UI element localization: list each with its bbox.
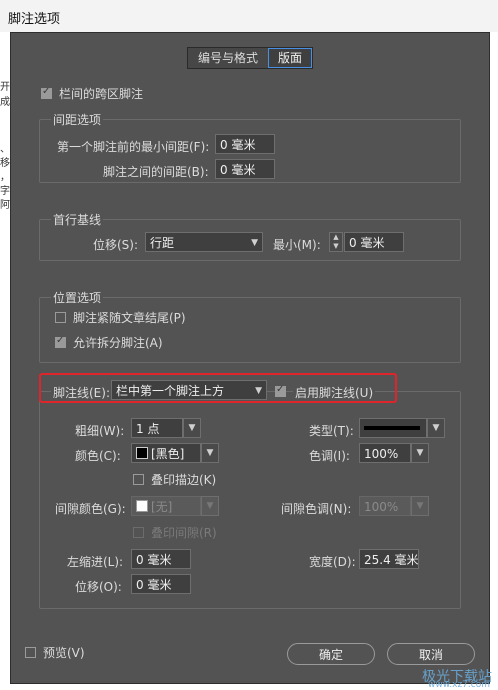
chevron-down-icon[interactable]: ▼ — [411, 443, 429, 463]
chevron-down-icon[interactable]: ▼ — [427, 418, 445, 438]
footnote-options-dialog: 编号与格式 版面 栏间的跨区脚注 间距选项 第一个脚注前的最小间距(F): 0 … — [10, 32, 490, 684]
preview-label: 预览(V) — [43, 646, 85, 660]
enable-rule-checkbox[interactable] — [275, 384, 286, 397]
rule-position-select[interactable]: 栏中第一个脚注上方 ▼ — [111, 380, 267, 400]
tab-numbering-formatting[interactable]: 编号与格式 — [188, 48, 269, 68]
placement-options-title: 位置选项 — [51, 289, 104, 306]
gap-tint-input[interactable]: 100% — [359, 496, 411, 516]
overprint-stroke-checkbox[interactable] — [133, 474, 144, 485]
chevron-down-icon: ▼ — [251, 238, 258, 248]
cancel-button[interactable]: 取消 — [387, 643, 475, 665]
rule-offset-input[interactable]: 0 毫米 — [131, 574, 191, 594]
watermark-url: www.xz7.com — [428, 680, 490, 690]
enable-rule-label: 启用脚注线(U) — [293, 384, 376, 401]
color-label: 颜色(C): — [75, 449, 121, 463]
rule-position-value: 栏中第一个脚注上方 — [116, 384, 225, 398]
end-of-story-checkbox[interactable] — [55, 312, 66, 323]
gap-color-select[interactable]: [无] — [131, 496, 201, 516]
window-title: 脚注选项 — [8, 12, 61, 27]
first-baseline-title: 首行基线 — [51, 211, 104, 228]
type-select[interactable] — [359, 418, 427, 438]
solid-line-swatch — [364, 426, 420, 430]
overprint-stroke-label: 叠印描边(K) — [151, 473, 217, 487]
baseline-offset-label: 位移(S): — [93, 238, 139, 252]
no-color-swatch — [136, 500, 148, 512]
baseline-min-label: 最小(M): — [273, 238, 321, 252]
baseline-min-stepper[interactable]: ▲ ▼ — [329, 232, 343, 252]
gap-tint-label: 间隙色调(N): — [281, 502, 352, 516]
spacing-options-title: 间距选项 — [51, 111, 104, 128]
gap-color-value: [无] — [151, 500, 173, 514]
left-indent-input[interactable]: 0 毫米 — [131, 549, 191, 569]
allow-split-label: 允许拆分脚注(A) — [73, 336, 163, 350]
gap-color-label: 间隙颜色(G): — [55, 502, 126, 516]
min-before-input[interactable]: 0 毫米 — [215, 134, 275, 154]
baseline-min-input[interactable]: 0 毫米 — [344, 232, 404, 252]
rule-label: 脚注线(E): — [51, 384, 112, 401]
chevron-down-icon[interactable]: ▼ — [183, 418, 201, 438]
min-before-label: 第一个脚注前的最小间距(F): — [57, 140, 210, 154]
color-value: [黑色] — [151, 447, 185, 461]
rule-offset-label: 位移(O): — [75, 580, 122, 594]
baseline-offset-value: 行距 — [150, 236, 175, 250]
weight-input[interactable]: 1 点 — [131, 418, 183, 438]
left-indent-label: 左缩进(L): — [67, 555, 124, 569]
placement-options-group — [39, 297, 461, 363]
weight-label: 粗细(W): — [75, 424, 125, 438]
width-label: 宽度(D): — [309, 555, 356, 569]
tab-layout[interactable]: 版面 — [268, 48, 313, 68]
span-columns-label: 栏间的跨区脚注 — [59, 87, 144, 101]
between-input[interactable]: 0 毫米 — [215, 159, 275, 179]
tint-label: 色调(I): — [309, 449, 350, 463]
ok-button[interactable]: 确定 — [287, 643, 375, 665]
chevron-down-icon[interactable]: ▼ — [411, 496, 429, 516]
type-label: 类型(T): — [309, 424, 354, 438]
end-of-story-label: 脚注紧随文章结尾(P) — [73, 311, 186, 325]
title-bar[interactable]: 脚注选项 — [0, 0, 498, 32]
tint-input[interactable]: 100% — [359, 443, 411, 463]
baseline-offset-select[interactable]: 行距 ▼ — [145, 232, 263, 252]
chevron-down-icon[interactable]: ▼ — [201, 443, 219, 463]
span-columns-checkbox[interactable] — [41, 86, 52, 99]
between-label: 脚注之间的间距(B): — [103, 165, 209, 179]
preview-checkbox[interactable] — [25, 647, 36, 658]
width-input[interactable]: 25.4 毫米 — [359, 549, 419, 569]
overprint-gap-checkbox[interactable] — [133, 527, 144, 538]
color-select[interactable]: [黑色] — [131, 443, 201, 463]
allow-split-checkbox[interactable] — [55, 335, 66, 348]
chevron-down-icon[interactable]: ▼ — [201, 496, 219, 516]
chevron-down-icon: ▼ — [255, 386, 262, 396]
overprint-gap-label: 叠印间隙(R) — [151, 526, 217, 540]
color-swatch — [136, 447, 148, 459]
tab-bar: 编号与格式 版面 — [187, 47, 314, 69]
